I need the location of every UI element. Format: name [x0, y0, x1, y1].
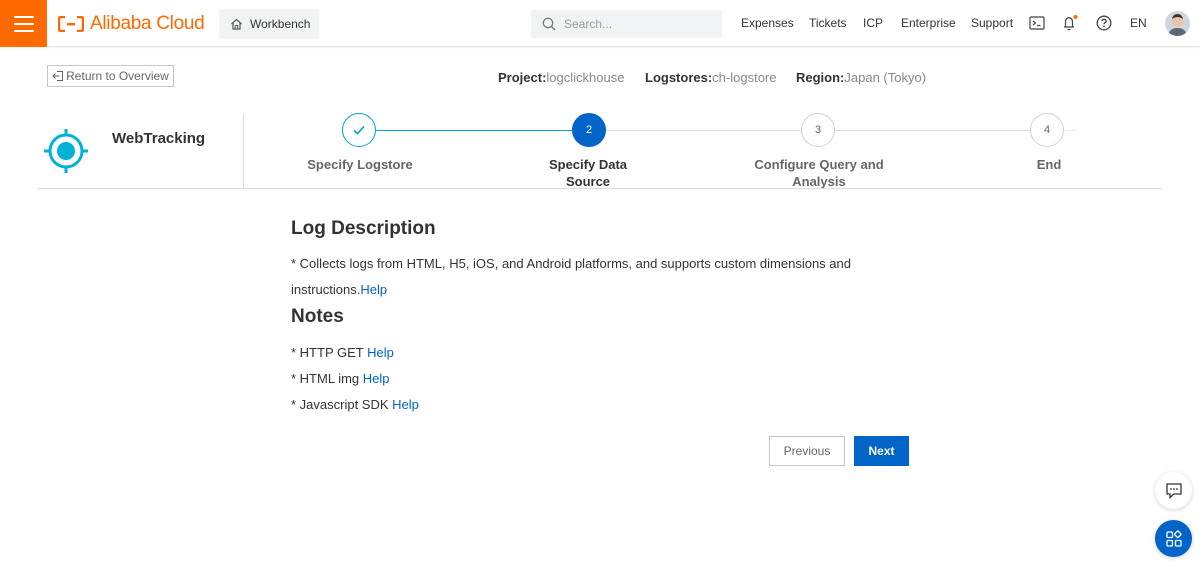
log-description-title: Log Description	[291, 218, 436, 239]
note-text: * Javascript SDK	[291, 397, 393, 412]
http-get-help-link[interactable]: Help	[367, 345, 394, 360]
logstores-info: Logstores:ch-logstore	[645, 70, 776, 85]
workbench-button[interactable]: Workbench	[219, 9, 319, 39]
project-info: Project:logclickhouse	[498, 70, 624, 85]
nav-icp[interactable]: ICP	[863, 16, 883, 30]
project-label: Project:	[498, 70, 547, 85]
hamburger-icon	[13, 15, 34, 32]
wizard-divider	[38, 188, 1163, 189]
language-switcher[interactable]: EN	[1130, 16, 1147, 30]
project-value: logclickhouse	[546, 70, 625, 85]
region-label: Region:	[796, 70, 845, 85]
region-info: Region:Japan (Tokyo)	[796, 70, 926, 85]
nav-expenses[interactable]: Expenses	[741, 16, 794, 30]
top-navigation-bar: Alibaba Cloud Workbench Expenses Tickets…	[0, 0, 1200, 47]
nav-enterprise[interactable]: Enterprise	[901, 16, 956, 30]
description-text: instructions.	[291, 282, 361, 297]
step-connector-3	[835, 130, 1031, 131]
step-2-label: Specify Data Source	[548, 157, 628, 189]
alibaba-cloud-logo-icon	[58, 16, 84, 32]
bell-icon[interactable]	[1061, 14, 1079, 32]
logstores-value: ch-logstore	[712, 70, 777, 85]
nav-support[interactable]: Support	[971, 16, 1013, 30]
html-img-help-link[interactable]: Help	[363, 371, 390, 386]
return-icon	[52, 71, 64, 81]
logstores-label: Logstores:	[645, 70, 713, 85]
step-3-label: Configure Query and Analysis	[754, 157, 884, 189]
note-text: * HTML img	[291, 371, 363, 386]
return-to-overview-button[interactable]: Return to Overview	[47, 65, 174, 87]
hamburger-menu-button[interactable]	[0, 0, 47, 47]
search-input[interactable]	[564, 17, 714, 31]
step-connector-1	[376, 130, 572, 131]
notification-dot	[1073, 15, 1078, 19]
apps-icon	[1165, 530, 1182, 547]
nav-tickets[interactable]: Tickets	[809, 16, 847, 30]
step-4-label: End	[1036, 157, 1062, 172]
checkmark-icon	[353, 125, 365, 135]
step-1-label: Specify Logstore	[307, 157, 413, 172]
search-box[interactable]	[531, 10, 722, 38]
step-4-pending: 4	[1030, 113, 1064, 147]
description-help-link[interactable]: Help	[360, 282, 387, 297]
avatar[interactable]	[1165, 11, 1190, 36]
notes-title: Notes	[291, 306, 344, 327]
brand-name: Alibaba Cloud	[90, 13, 205, 34]
wizard-title: WebTracking	[112, 130, 206, 147]
alibaba-cloud-logo[interactable]: Alibaba Cloud	[58, 13, 205, 35]
step-2-active: 2	[572, 113, 606, 147]
note-html-img: * HTML img Help	[291, 371, 390, 386]
workbench-label: Workbench	[250, 17, 311, 31]
description-line-1: * Collects logs from HTML, H5, iOS, and …	[291, 256, 851, 271]
note-http-get: * HTTP GET Help	[291, 345, 394, 360]
step-connector-tail	[1064, 130, 1076, 131]
next-button[interactable]: Next	[854, 436, 909, 466]
step-connector-2	[606, 130, 802, 131]
apps-button[interactable]	[1155, 520, 1192, 557]
vertical-divider	[243, 114, 244, 189]
return-label: Return to Overview	[66, 69, 169, 83]
previous-button[interactable]: Previous	[769, 436, 845, 466]
search-icon	[542, 17, 556, 31]
note-text: * HTTP GET	[291, 345, 368, 360]
chat-icon	[1165, 483, 1182, 499]
help-icon[interactable]	[1095, 14, 1113, 32]
description-line-2: instructions.Help	[291, 282, 387, 297]
terminal-icon[interactable]	[1028, 14, 1046, 32]
javascript-sdk-help-link[interactable]: Help	[392, 397, 419, 412]
chat-button[interactable]	[1155, 472, 1192, 509]
note-javascript-sdk: * Javascript SDK Help	[291, 397, 419, 412]
home-icon	[231, 18, 242, 30]
webtracking-target-icon	[44, 129, 88, 173]
region-value: Japan (Tokyo)	[844, 70, 927, 85]
step-3-pending: 3	[801, 113, 835, 147]
step-1-done	[342, 113, 376, 147]
